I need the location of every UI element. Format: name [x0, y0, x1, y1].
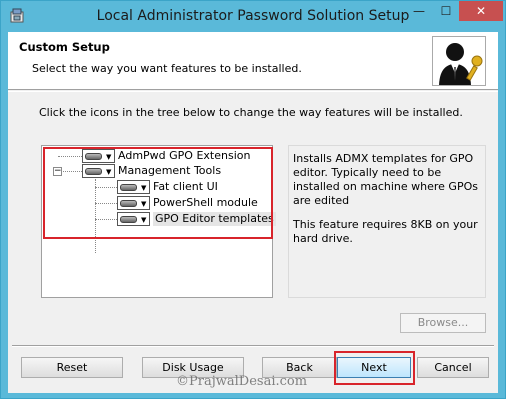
maximize-button[interactable]: ☐ [433, 1, 459, 21]
admin-key-logo [432, 36, 486, 86]
tree-item-label: GPO Editor templates [153, 212, 276, 226]
button-separator [12, 345, 494, 347]
browse-button[interactable]: Browse... [400, 313, 486, 333]
header-banner: Custom Setup Select the way you want fea… [8, 32, 498, 90]
tree-item-label: Fat client UI [153, 180, 218, 193]
install-state-dropdown-icon[interactable]: ▼ [117, 196, 150, 210]
reset-button[interactable]: Reset [21, 357, 123, 378]
page-subtitle: Select the way you want features to be i… [32, 62, 302, 75]
tree-item-label: Management Tools [118, 164, 222, 177]
watermark: ©PrajwalDesai.com [176, 374, 308, 389]
cancel-button[interactable]: Cancel [417, 357, 489, 378]
install-state-dropdown-icon[interactable]: ▼ [117, 180, 150, 194]
tree-line [58, 156, 82, 157]
close-button[interactable]: ✕ [459, 1, 503, 21]
feature-description-panel: Installs ADMX templates for GPO editor. … [288, 145, 486, 298]
tree-line [95, 187, 117, 188]
feature-tree[interactable]: − ▼ AdmPwd GPO Extension ▼ Management To… [41, 145, 276, 298]
install-state-dropdown-icon[interactable]: ▼ [117, 212, 150, 226]
page-title: Custom Setup [19, 40, 110, 54]
minimize-button[interactable]: — [405, 1, 433, 21]
tree-line [95, 203, 117, 204]
header-divider [8, 91, 498, 92]
install-state-dropdown-icon[interactable]: ▼ [82, 149, 115, 163]
feature-description: Installs ADMX templates for GPO editor. … [293, 152, 478, 207]
titlebar[interactable]: Local Administrator Password Solution Se… [1, 1, 505, 32]
tree-item-label: PowerShell module [153, 196, 258, 209]
feature-size-text: This feature requires 8KB on your hard d… [293, 218, 478, 245]
setup-window: Local Administrator Password Solution Se… [0, 0, 506, 399]
dialog-body: Custom Setup Select the way you want fea… [8, 32, 498, 393]
tree-line [95, 219, 117, 220]
collapse-toggle[interactable]: − [53, 167, 62, 176]
next-button[interactable]: Next [337, 357, 411, 378]
install-state-dropdown-icon[interactable]: ▼ [82, 164, 115, 178]
tree-line [95, 179, 96, 253]
tree-line [63, 171, 82, 172]
tree-item-label: AdmPwd GPO Extension [118, 149, 251, 162]
instruction-text: Click the icons in the tree below to cha… [39, 106, 463, 119]
